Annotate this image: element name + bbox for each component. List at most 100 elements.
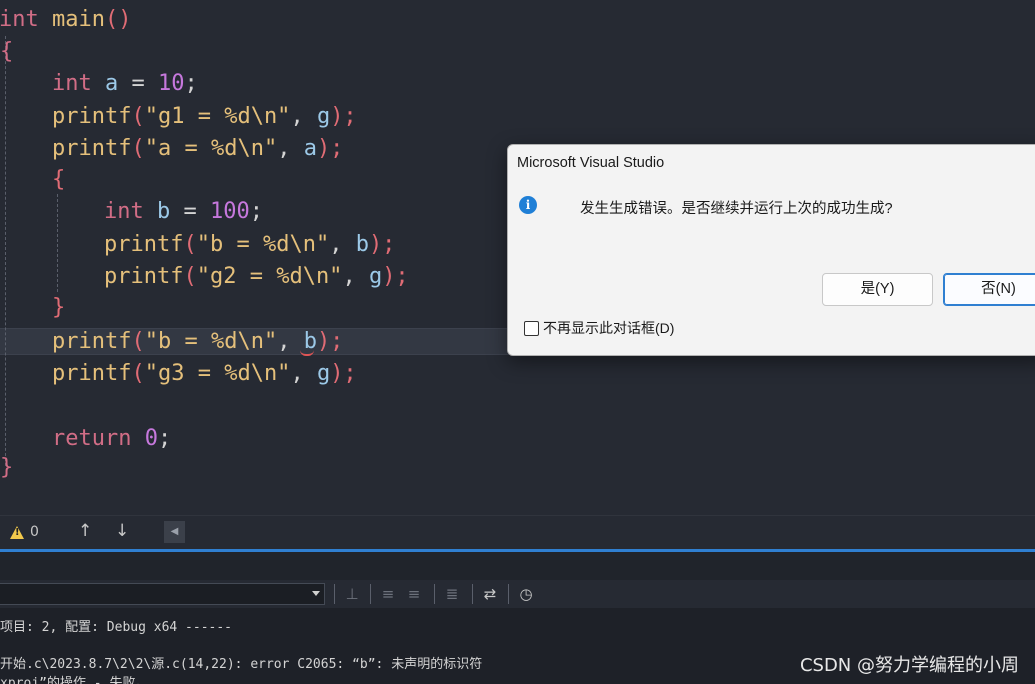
arrow-up-icon[interactable]: ↑ bbox=[78, 521, 92, 541]
punctuation: , bbox=[277, 136, 304, 161]
variable: a bbox=[105, 71, 119, 96]
punctuation: ); bbox=[330, 104, 357, 129]
function-name: printf bbox=[52, 329, 132, 354]
punctuation: () bbox=[104, 7, 132, 32]
dialog-body: i 发生生成错误。是否继续并运行上次的成功生成? 是(Y) 否(N) 不再显示此… bbox=[508, 183, 1035, 355]
punctuation: , bbox=[290, 104, 317, 129]
code-line[interactable]: printf("g1 = %d\n", g); bbox=[52, 101, 357, 133]
brace: { bbox=[0, 39, 14, 64]
no-button[interactable]: 否(N) bbox=[943, 273, 1035, 306]
output-line-error[interactable]: 开始.c\2023.8.7\2\2\源.c(14,22): error C206… bbox=[0, 653, 482, 672]
warning-icon bbox=[10, 525, 24, 539]
punctuation: ; bbox=[249, 199, 263, 224]
previous-message-icon[interactable]: ≡ bbox=[377, 584, 399, 604]
brace: } bbox=[52, 295, 66, 320]
dialog-message: 发生生成错误。是否继续并运行上次的成功生成? bbox=[580, 201, 893, 217]
code-line[interactable]: int b = 100; bbox=[104, 196, 263, 228]
code-line[interactable]: } bbox=[52, 292, 65, 324]
string-literal: "b = %d\n" bbox=[196, 232, 330, 257]
keyword: int bbox=[104, 199, 144, 224]
string-literal: "b = %d\n" bbox=[144, 329, 278, 354]
build-error-dialog: Microsoft Visual Studio i 发生生成错误。是否继续并运行… bbox=[507, 144, 1035, 356]
code-line[interactable]: return 0; bbox=[52, 423, 171, 455]
code-line[interactable]: printf("g3 = %d\n", g); bbox=[52, 358, 357, 390]
variable: a bbox=[303, 136, 317, 161]
punctuation: , bbox=[342, 264, 369, 289]
punctuation: ( bbox=[131, 361, 145, 386]
brace: { bbox=[52, 167, 66, 192]
punctuation: , bbox=[329, 232, 356, 257]
punctuation: ( bbox=[183, 232, 197, 257]
code-line-error[interactable]: printf("b = %d\n", b); bbox=[52, 326, 343, 358]
punctuation: ); bbox=[316, 329, 344, 354]
keyword: int bbox=[0, 7, 39, 32]
variable: g bbox=[368, 264, 383, 289]
output-toolbar: ⊥ ≡ ≡ ≣ ⇄ ◷ bbox=[0, 580, 1035, 608]
string-literal: "g3 = %d\n" bbox=[144, 361, 291, 386]
code-line[interactable]: printf("b = %d\n", b); bbox=[104, 229, 395, 261]
function-name: printf bbox=[52, 104, 132, 129]
punctuation: ( bbox=[131, 104, 145, 129]
number: 10 bbox=[158, 71, 185, 96]
punctuation: ); bbox=[330, 361, 357, 386]
word-wrap-icon[interactable]: ⇄ bbox=[479, 584, 501, 604]
brace: } bbox=[0, 455, 14, 480]
clock-icon[interactable]: ◷ bbox=[515, 584, 537, 604]
output-panel-header bbox=[0, 552, 1035, 580]
find-message-icon[interactable]: ⊥ bbox=[341, 584, 363, 604]
code-line[interactable]: int main() bbox=[0, 4, 131, 36]
string-literal: "g1 = %d\n" bbox=[144, 104, 291, 129]
checkbox-label: 不再显示此对话框(D) bbox=[543, 320, 675, 336]
warning-count: 0 bbox=[30, 524, 39, 540]
dont-show-again-checkbox[interactable]: 不再显示此对话框(D) bbox=[524, 318, 674, 338]
operator: = bbox=[170, 199, 210, 224]
variable: b bbox=[157, 199, 171, 224]
function-name: printf bbox=[104, 232, 184, 257]
number: 0 bbox=[144, 426, 158, 451]
punctuation: ); bbox=[382, 264, 409, 289]
keyword: return bbox=[52, 426, 132, 451]
indent-guide bbox=[57, 194, 58, 292]
variable: g bbox=[316, 104, 331, 129]
function-name: printf bbox=[104, 264, 184, 289]
output-line: 项目: 2, 配置: Debug x64 ------ bbox=[0, 620, 233, 635]
dialog-title: Microsoft Visual Studio bbox=[517, 155, 665, 171]
function-name: printf bbox=[52, 361, 132, 386]
variable: b bbox=[355, 232, 369, 257]
watermark: CSDN @努力学编程的小周 bbox=[799, 655, 1019, 676]
punctuation: ( bbox=[131, 136, 145, 161]
toolbar-divider bbox=[472, 584, 473, 604]
string-literal: "g2 = %d\n" bbox=[196, 264, 343, 289]
arrow-down-icon[interactable]: ↓ bbox=[115, 521, 129, 541]
code-line[interactable]: int a = 10; bbox=[52, 68, 198, 100]
chevron-down-icon bbox=[312, 591, 320, 596]
output-source-select[interactable] bbox=[0, 583, 325, 605]
number: 100 bbox=[210, 199, 250, 224]
punctuation: ( bbox=[131, 329, 145, 354]
toolbar-divider bbox=[370, 584, 371, 604]
scroll-left-button[interactable]: ◀ bbox=[164, 521, 185, 543]
variable: g bbox=[316, 361, 331, 386]
code-line[interactable]: printf("a = %d\n", a); bbox=[52, 133, 343, 165]
toolbar-divider bbox=[334, 584, 335, 604]
keyword: int bbox=[52, 71, 92, 96]
function-name: printf bbox=[52, 136, 132, 161]
checkbox-box[interactable] bbox=[524, 320, 539, 336]
punctuation: ( bbox=[183, 264, 197, 289]
indent-guide bbox=[5, 36, 6, 466]
clear-all-icon[interactable]: ≣ bbox=[441, 584, 463, 604]
output-line: xproj”的操作 - 失败。 bbox=[0, 676, 149, 684]
punctuation: ); bbox=[316, 136, 344, 161]
yes-button[interactable]: 是(Y) bbox=[822, 273, 933, 306]
code-line[interactable]: printf("g2 = %d\n", g); bbox=[104, 261, 409, 293]
toolbar-divider bbox=[508, 584, 509, 604]
punctuation: ; bbox=[157, 426, 172, 451]
code-line[interactable]: { bbox=[52, 164, 65, 196]
code-line[interactable]: } bbox=[0, 452, 13, 484]
code-line[interactable]: { bbox=[0, 36, 13, 68]
editor-status-bar: 0 ↑ ↓ ◀ bbox=[0, 515, 1035, 549]
warning-indicator[interactable]: 0 bbox=[10, 524, 39, 540]
next-message-icon[interactable]: ≡ bbox=[403, 584, 425, 604]
punctuation: ); bbox=[368, 232, 396, 257]
operator: = bbox=[118, 71, 158, 96]
